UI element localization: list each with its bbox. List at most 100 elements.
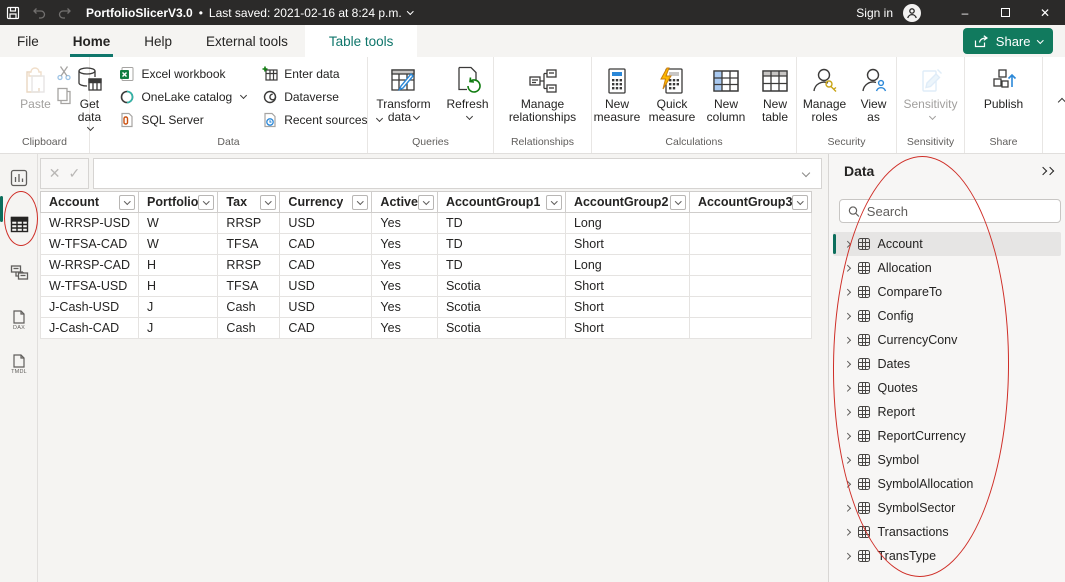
table-cell[interactable]: Long (565, 213, 689, 234)
table-cell[interactable]: Yes (372, 213, 438, 234)
formula-expand-icon[interactable] (802, 169, 810, 177)
table-cell[interactable] (689, 255, 811, 276)
expand-chevron-icon[interactable] (844, 457, 850, 463)
publish-button[interactable]: Publish (980, 62, 1028, 113)
data-table-item-report[interactable]: Report (833, 400, 1061, 424)
data-table-item-symbolsector[interactable]: SymbolSector (833, 496, 1061, 520)
data-table-item-account[interactable]: Account (833, 232, 1061, 256)
column-filter-button[interactable] (198, 195, 214, 210)
table-cell[interactable]: RRSP (218, 213, 280, 234)
new-table-button[interactable]: New table (754, 62, 796, 127)
table-cell[interactable] (689, 318, 811, 339)
table-cell[interactable]: USD (280, 213, 372, 234)
column-filter-button[interactable] (119, 195, 135, 210)
table-cell[interactable]: J (139, 297, 218, 318)
dataverse-button[interactable]: Dataverse (259, 85, 384, 108)
expand-chevron-icon[interactable] (844, 313, 850, 319)
maximize-button[interactable] (985, 0, 1025, 25)
expand-chevron-icon[interactable] (844, 241, 850, 247)
column-filter-button[interactable] (352, 195, 368, 210)
new-measure-button[interactable]: New measure (592, 62, 642, 127)
table-row[interactable]: W-TFSA-CADWTFSACADYesTDShort (41, 234, 812, 255)
table-cell[interactable]: Cash (218, 297, 280, 318)
report-view-button[interactable] (0, 158, 38, 198)
table-row[interactable]: J-Cash-USDJCashUSDYesScotiaShort (41, 297, 812, 318)
column-header-accountgroup1[interactable]: AccountGroup1 (437, 192, 565, 213)
excel-workbook-button[interactable]: Excel workbook (116, 62, 249, 85)
sign-in-link[interactable]: Sign in (856, 6, 893, 20)
table-cell[interactable]: RRSP (218, 255, 280, 276)
data-table-item-config[interactable]: Config (833, 304, 1061, 328)
column-filter-button[interactable] (418, 195, 434, 210)
column-filter-button[interactable] (792, 195, 808, 210)
table-cell[interactable]: H (139, 255, 218, 276)
table-cell[interactable]: W (139, 234, 218, 255)
table-cell[interactable]: Yes (372, 318, 438, 339)
search-input[interactable] (867, 204, 1052, 219)
table-cell[interactable]: W-TFSA-CAD (41, 234, 139, 255)
table-cell[interactable]: Scotia (437, 318, 565, 339)
table-cell[interactable]: Short (565, 297, 689, 318)
tab-help[interactable]: Help (127, 25, 189, 57)
quick-measure-button[interactable]: Quick measure (646, 62, 698, 127)
share-button[interactable]: Share (963, 28, 1053, 54)
formula-input[interactable] (93, 158, 822, 189)
window-title[interactable]: PortfolioSlicerV3.0 • Last saved: 2021-0… (86, 6, 412, 20)
manage-roles-button[interactable]: Manage roles (801, 62, 849, 127)
tab-external-tools[interactable]: External tools (189, 25, 305, 57)
collapse-ribbon-button[interactable] (1043, 57, 1065, 153)
expand-chevron-icon[interactable] (844, 481, 850, 487)
title-dropdown-icon[interactable] (407, 8, 413, 14)
table-cell[interactable]: Yes (372, 255, 438, 276)
enter-data-button[interactable]: Enter data (259, 62, 384, 85)
recent-sources-button[interactable]: Recent sources (259, 108, 384, 131)
expand-chevron-icon[interactable] (844, 529, 850, 535)
table-row[interactable]: W-TFSA-USDHTFSAUSDYesScotiaShort (41, 276, 812, 297)
table-cell[interactable]: W-RRSP-CAD (41, 255, 139, 276)
table-cell[interactable]: CAD (280, 318, 372, 339)
expand-chevron-icon[interactable] (844, 289, 850, 295)
table-cell[interactable]: CAD (280, 234, 372, 255)
table-cell[interactable]: CAD (280, 255, 372, 276)
table-cell[interactable]: TFSA (218, 276, 280, 297)
table-cell[interactable]: J (139, 318, 218, 339)
column-header-portfolio[interactable]: Portfolio (139, 192, 218, 213)
column-filter-button[interactable] (546, 195, 562, 210)
table-cell[interactable] (689, 297, 811, 318)
sql-server-button[interactable]: SQL Server (116, 108, 249, 131)
table-cell[interactable] (689, 213, 811, 234)
column-header-currency[interactable]: Currency (280, 192, 372, 213)
column-filter-button[interactable] (260, 195, 276, 210)
search-box[interactable] (839, 199, 1061, 223)
dax-query-view-button[interactable]: DAX (0, 300, 38, 340)
table-cell[interactable]: Short (565, 276, 689, 297)
expand-chevron-icon[interactable] (844, 433, 850, 439)
save-icon[interactable] (0, 0, 26, 25)
data-table-item-symbol[interactable]: Symbol (833, 448, 1061, 472)
table-cell[interactable]: Yes (372, 276, 438, 297)
table-cell[interactable]: Short (565, 234, 689, 255)
table-cell[interactable]: Cash (218, 318, 280, 339)
collapse-pane-button[interactable] (1040, 168, 1053, 174)
new-column-button[interactable]: New column (702, 62, 750, 127)
view-as-button[interactable]: View as (855, 62, 893, 127)
expand-chevron-icon[interactable] (844, 361, 850, 367)
table-cell[interactable]: USD (280, 276, 372, 297)
table-cell[interactable]: USD (280, 297, 372, 318)
table-cell[interactable]: Scotia (437, 297, 565, 318)
table-cell[interactable]: Yes (372, 297, 438, 318)
data-table-item-symbolallocation[interactable]: SymbolAllocation (833, 472, 1061, 496)
minimize-button[interactable]: – (945, 0, 985, 25)
expand-chevron-icon[interactable] (844, 505, 850, 511)
table-row[interactable]: J-Cash-CADJCashCADYesScotiaShort (41, 318, 812, 339)
table-cell[interactable]: TD (437, 213, 565, 234)
column-header-accountgroup3[interactable]: AccountGroup3 (689, 192, 811, 213)
expand-chevron-icon[interactable] (844, 337, 850, 343)
data-table-item-allocation[interactable]: Allocation (833, 256, 1061, 280)
data-table-item-transtype[interactable]: TransType (833, 544, 1061, 568)
expand-chevron-icon[interactable] (844, 553, 850, 559)
table-view-button[interactable] (0, 204, 38, 244)
column-header-account[interactable]: Account (41, 192, 139, 213)
column-header-tax[interactable]: Tax (218, 192, 280, 213)
data-table-item-compareto[interactable]: CompareTo (833, 280, 1061, 304)
